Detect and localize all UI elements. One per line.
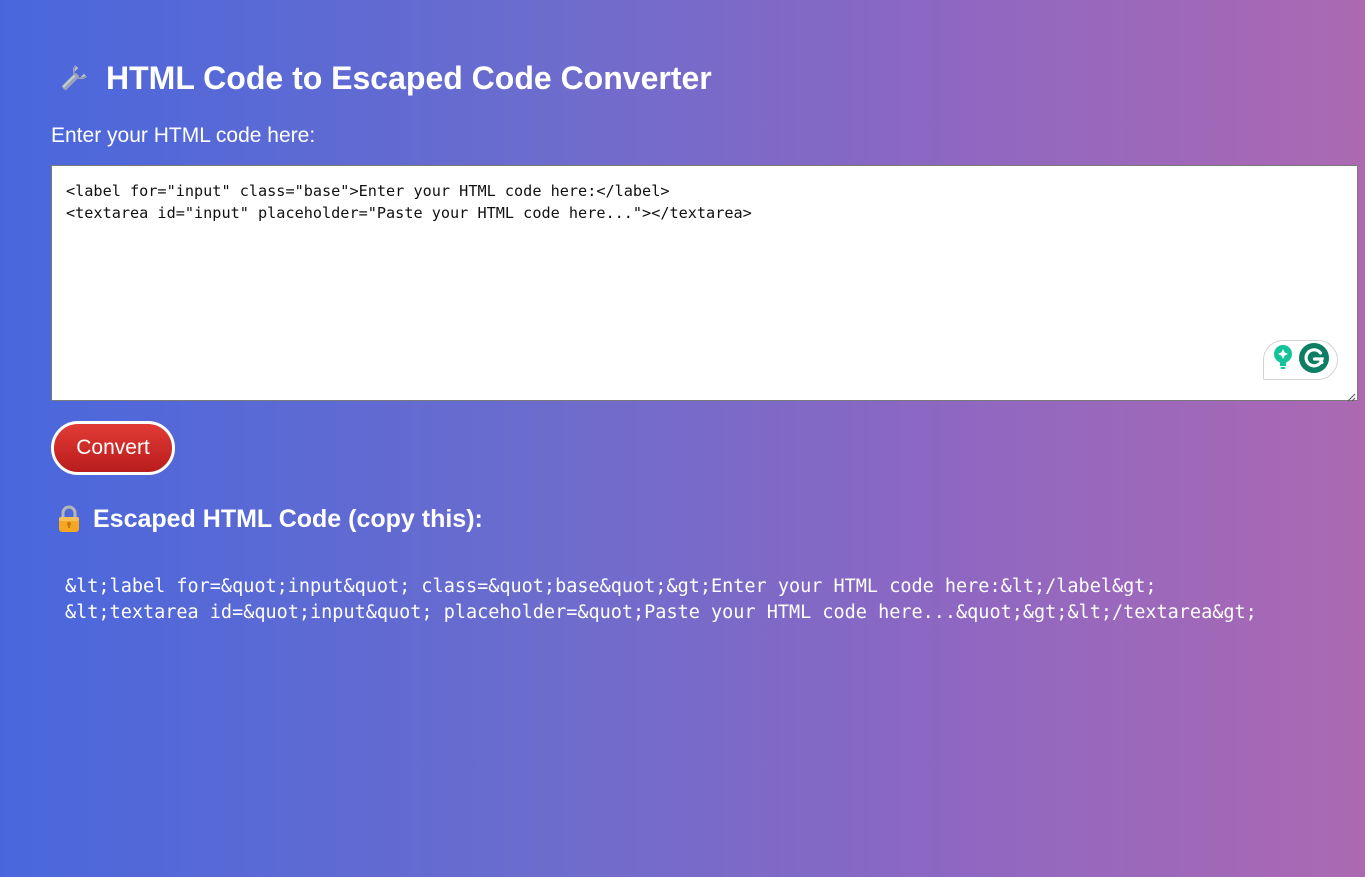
grammarly-g-icon[interactable] bbox=[1298, 342, 1330, 379]
grammarly-widget[interactable] bbox=[1263, 340, 1338, 380]
output-heading-text: Escaped HTML Code (copy this): bbox=[93, 504, 483, 533]
escaped-output[interactable]: &lt;label for=&quot;input&quot; class=&q… bbox=[65, 574, 1257, 626]
html-input-container: <label for="input" class="base">Enter yo… bbox=[51, 165, 1358, 402]
lock-icon bbox=[57, 505, 81, 533]
page-title: HTML Code to Escaped Code Converter bbox=[57, 58, 712, 98]
input-label: Enter your HTML code here: bbox=[51, 124, 316, 147]
lightbulb-icon[interactable] bbox=[1271, 344, 1295, 377]
wrench-icon bbox=[57, 61, 91, 95]
convert-button[interactable]: Convert bbox=[51, 421, 175, 475]
resize-handle-icon[interactable] bbox=[1346, 389, 1356, 402]
page-title-text: HTML Code to Escaped Code Converter bbox=[106, 59, 712, 96]
output-heading: Escaped HTML Code (copy this): bbox=[57, 503, 483, 535]
html-input[interactable]: <label for="input" class="base">Enter yo… bbox=[52, 166, 1357, 400]
